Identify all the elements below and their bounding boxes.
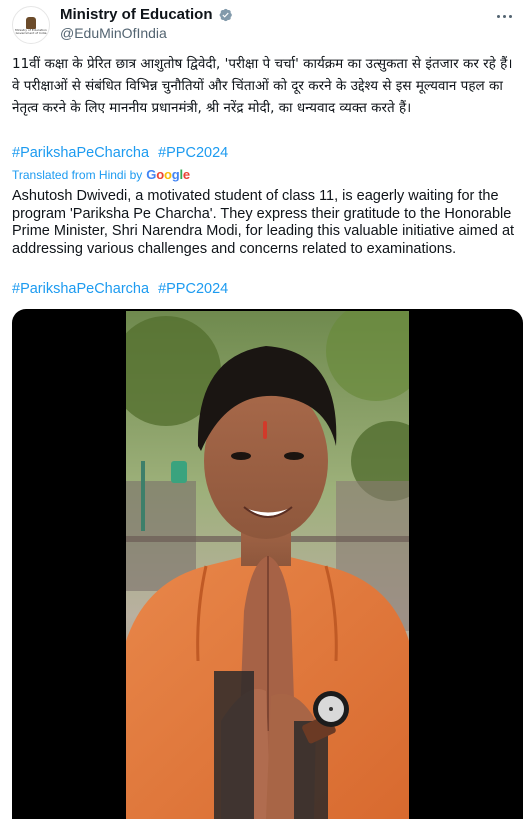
user-handle[interactable]: @EduMinOfIndia	[60, 25, 167, 41]
hashtags-bottom: #ParikshaPeCharcha #PPC2024	[12, 279, 522, 299]
hashtags-top: #ParikshaPeCharcha #PPC2024	[12, 143, 522, 163]
hashtag-link[interactable]: #PPC2024	[158, 281, 228, 297]
video-frame	[126, 311, 409, 819]
hashtag-link[interactable]: #ParikshaPeCharcha	[12, 281, 149, 297]
video-player[interactable]	[12, 309, 523, 819]
display-name-row: Ministry of Education	[60, 6, 233, 23]
display-name[interactable]: Ministry of Education	[60, 6, 213, 23]
hashtag-link[interactable]: #ParikshaPeCharcha	[12, 145, 149, 161]
national-emblem-icon	[26, 16, 36, 29]
tweet-header: Ministry of Education Government of Indi…	[0, 0, 528, 50]
verified-badge-icon	[219, 8, 232, 21]
avatar-text-line-2: Government of India	[15, 31, 47, 35]
google-logo: Google	[146, 167, 190, 182]
translation-attribution[interactable]: Translated from Hindi by Google	[12, 167, 190, 182]
hashtag-link[interactable]: #PPC2024	[158, 145, 228, 161]
tweet-text-english: Ashutosh Dwivedi, a motivated student of…	[12, 188, 515, 257]
tweet-text-hindi: 11वीं कक्षा के प्रेरित छात्र आशुतोष द्वि…	[12, 56, 513, 116]
avatar[interactable]: Ministry of Education Government of Indi…	[12, 6, 50, 44]
translated-label: Translated from Hindi by	[12, 168, 143, 182]
student-video-thumbnail	[126, 311, 409, 819]
more-options-icon[interactable]	[492, 6, 516, 26]
